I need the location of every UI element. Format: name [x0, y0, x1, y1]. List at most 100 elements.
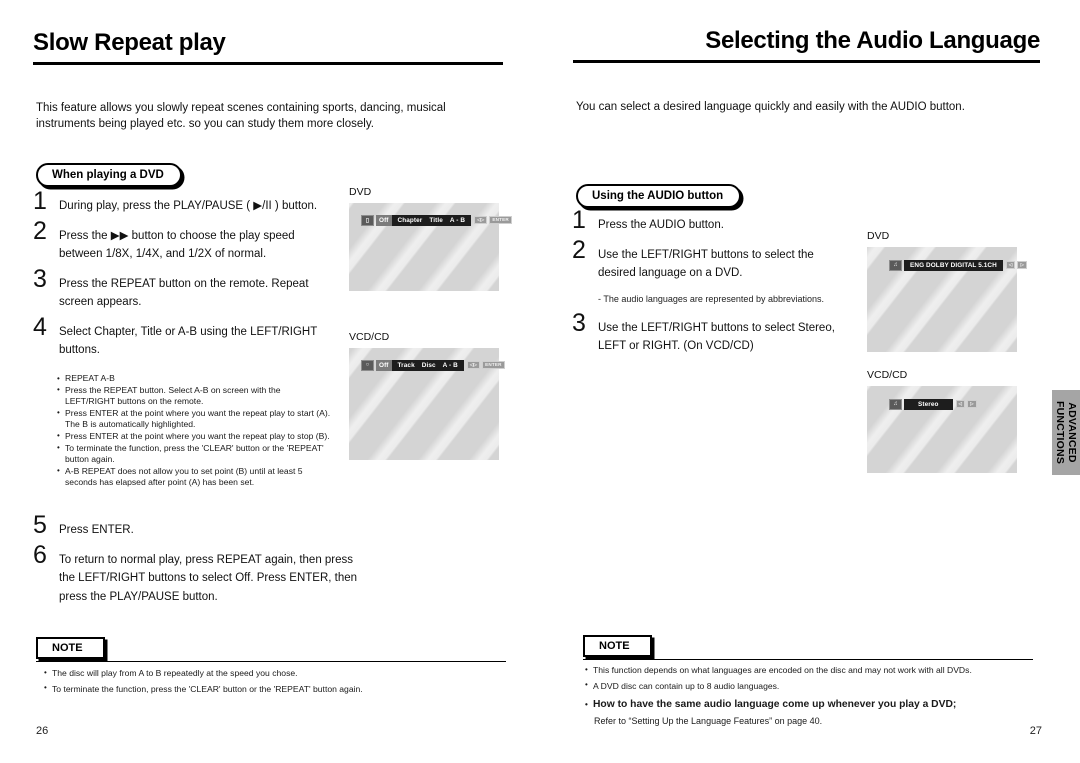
note-list: The disc will play from A to B repeatedl… [44, 667, 514, 698]
right-arrow-icon: ▷ [1017, 261, 1028, 269]
step-number: 6 [33, 540, 47, 569]
osd-hints: ◁ ▷ [955, 400, 977, 408]
osd-bar-audio-dvd: ♫ ENG DOLBY DIGITAL 5.1CH ◁ ▷ [889, 259, 1028, 271]
osd-hints: ◁▷ ENTER [466, 361, 505, 369]
osd-option-title: Title [429, 216, 443, 224]
screen-mockup-vcdcd: ○ Off Track Disc A - B ◁▷ ENTER [349, 348, 505, 460]
osd-options: Track Disc A - B [391, 359, 464, 371]
list-item: A DVD disc can contain up to 8 audio lan… [585, 679, 1035, 693]
note-divider [583, 659, 1033, 660]
osd-hints: ◁ ▷ [1005, 261, 1028, 269]
note-list: This function depends on what languages … [585, 664, 1035, 728]
osd-option-track: Track [397, 361, 415, 369]
note-reference: Refer to “Setting Up the Language Featur… [594, 716, 823, 726]
steps-list: 1 During play, press the PLAY/PAUSE ( ▶/… [33, 189, 333, 370]
step-text: During play, press the PLAY/PAUSE ( ▶/II… [59, 200, 318, 212]
step-number: 3 [33, 264, 47, 293]
osd-bar-dvd: ▯ Off Chapter Title A - B ◁▷ ENTER [361, 214, 512, 226]
audio-icon: ♫ [889, 259, 902, 271]
list-item: Press ENTER at the point where you want … [57, 430, 332, 443]
list-item: This function depends on what languages … [585, 664, 1035, 677]
left-page-heading: Slow Repeat play [33, 29, 503, 66]
page-title: Selecting the Audio Language [705, 27, 1040, 54]
page-title: Slow Repeat play [33, 29, 226, 56]
osd-options: ENG DOLBY DIGITAL 5.1CH [904, 259, 1003, 271]
list-item: A-B REPEAT does not allow you to set poi… [57, 465, 332, 489]
step-number: 3 [572, 308, 586, 337]
list-item: To terminate the function, press the 'CL… [57, 442, 332, 466]
step-text: Use the LEFT/RIGHT buttons to select the… [598, 248, 814, 280]
osd-off-label: Off [376, 214, 392, 226]
left-arrow-icon: ◁ [1005, 261, 1016, 269]
title-rule [573, 60, 1040, 64]
step-number: 1 [33, 187, 47, 215]
screen-mockup-vcdcd-audio: ♫ Stereo ◁ ▷ [867, 386, 1017, 473]
osd-options: Stereo [904, 398, 953, 410]
osd-audio-mode: Stereo [918, 400, 939, 408]
intro-paragraph: You can select a desired language quickl… [576, 101, 965, 113]
side-tab-text: ADVANCED FUNCTIONS [1055, 401, 1079, 464]
osd-hints: ◁▷ ENTER [474, 216, 512, 224]
right-arrow-icon: ▷ [967, 400, 977, 408]
step-2: 2 Press the ▶▶ button to choose the play… [33, 218, 333, 263]
list-item: Press ENTER at the point where you want … [57, 407, 332, 431]
step-number: 1 [572, 206, 586, 234]
list-item: Press the REPEAT button. Select A-B on s… [57, 384, 332, 408]
step-text: To return to normal play, press REPEAT a… [59, 553, 358, 603]
osd-option-disc: Disc [421, 361, 436, 369]
steps-list-tail: 5 Press ENTER. 6 To return to normal pla… [33, 513, 363, 616]
disc-icon: ○ [361, 359, 374, 371]
osd-audio-format: ENG DOLBY DIGITAL 5.1CH [910, 261, 997, 269]
step-2: 2 Use the LEFT/RIGHT buttons to select t… [572, 237, 847, 282]
osd-off-label: Off [376, 359, 392, 371]
page-number-right: 27 [1029, 725, 1042, 737]
title-rule [33, 62, 503, 66]
step-number: 2 [33, 216, 47, 245]
step-1: 1 Press the AUDIO button. [572, 208, 847, 234]
step-text: Press ENTER. [59, 524, 134, 536]
step-text: Use the LEFT/RIGHT buttons to select Ste… [598, 321, 835, 353]
list-item-emphasis: How to have the same audio language come… [585, 698, 1035, 712]
step-number: 5 [33, 511, 47, 539]
osd-bar-audio-vcdcd: ♫ Stereo ◁ ▷ [889, 398, 977, 410]
step-number: 4 [33, 312, 47, 341]
page-number-left: 26 [36, 725, 49, 737]
screen-label-vcdcd: VCD/CD [349, 331, 390, 343]
steps-list: 1 Press the AUDIO button. 2 Use the LEFT… [572, 208, 847, 366]
side-tab-advanced-functions: ADVANCED FUNCTIONS [1052, 390, 1080, 475]
note-divider [36, 661, 506, 662]
list-item: To terminate the function, press the 'CL… [44, 682, 514, 696]
audio-icon: ♫ [889, 398, 902, 410]
step-number: 2 [572, 235, 586, 264]
note-label: NOTE [36, 637, 105, 659]
repeat-ab-bullet-list: REPEAT A-B Press the REPEAT button. Sele… [57, 373, 332, 489]
osd-option-chapter: Chapter [397, 216, 423, 224]
left-right-arrows-icon: ◁▷ [474, 216, 488, 224]
osd-bar-vcdcd: ○ Off Track Disc A - B ◁▷ ENTER [361, 359, 505, 371]
left-page: Slow Repeat play This feature allows you… [0, 0, 540, 763]
list-item: The disc will play from A to B repeatedl… [44, 667, 514, 680]
osd-option-ab: A - B [449, 216, 466, 224]
intro-paragraph: This feature allows you slowly repeat sc… [36, 102, 446, 130]
step-2-note: - The audio languages are represented by… [598, 293, 824, 304]
left-arrow-icon: ◁ [955, 400, 966, 408]
enter-chip: ENTER [489, 216, 512, 224]
step-1: 1 During play, press the PLAY/PAUSE ( ▶/… [33, 189, 333, 215]
tv-icon: ▯ [361, 214, 374, 226]
step-text: Press the REPEAT button on the remote. R… [59, 277, 309, 309]
step-3: 3 Use the LEFT/RIGHT buttons to select S… [572, 310, 847, 355]
right-page-heading: Selecting the Audio Language [573, 27, 1040, 64]
step-3: 3 Press the REPEAT button on the remote.… [33, 266, 333, 311]
screen-mockup-dvd-audio: ♫ ENG DOLBY DIGITAL 5.1CH ◁ ▷ [867, 247, 1028, 352]
screen-label-dvd: DVD [867, 230, 890, 242]
screen-label-vcdcd: VCD/CD [867, 369, 908, 381]
step-4: 4 Select Chapter, Title or A-B using the… [33, 314, 333, 359]
screen-mockup-dvd: ▯ Off Chapter Title A - B ◁▷ ENTER [349, 203, 512, 291]
step-text: Select Chapter, Title or A-B using the L… [59, 325, 318, 357]
osd-option-ab: A - B [442, 361, 458, 369]
step-text: Press the ▶▶ button to choose the play s… [59, 229, 295, 261]
osd-options: Chapter Title A - B [391, 214, 472, 226]
step-5: 5 Press ENTER. [33, 513, 363, 539]
section-label-when-playing-dvd: When playing a DVD [36, 163, 182, 187]
step-6: 6 To return to normal play, press REPEAT… [33, 542, 363, 606]
